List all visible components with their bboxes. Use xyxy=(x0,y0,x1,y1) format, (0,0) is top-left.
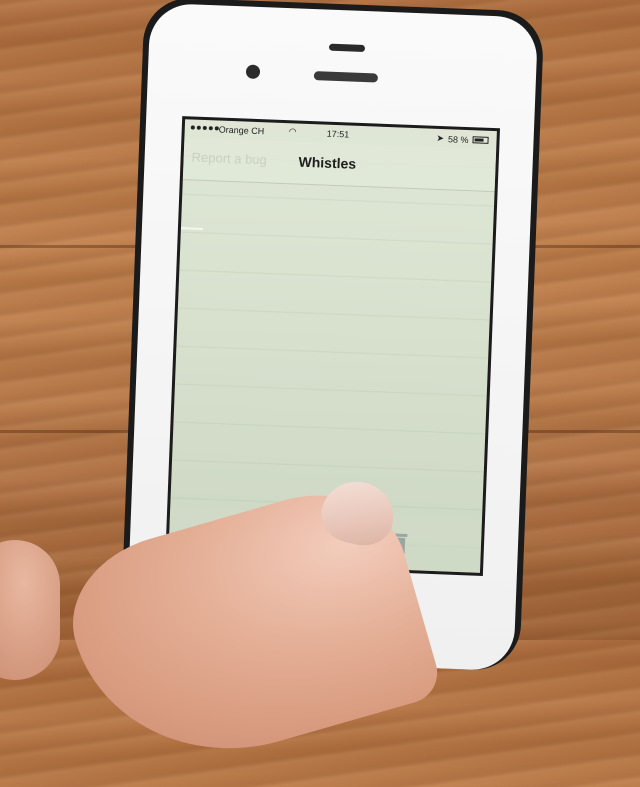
page-title: Whistles xyxy=(298,153,357,172)
text-area[interactable] xyxy=(170,179,494,521)
battery-percent: 58 % xyxy=(447,133,469,145)
earpiece-grille xyxy=(313,71,379,83)
status-time: 17:51 xyxy=(326,128,350,140)
status-right-group: ➤ 58 % xyxy=(436,132,489,146)
battery-icon xyxy=(472,136,489,144)
carrier-name: Orange CH xyxy=(218,124,265,137)
wifi-icon: ◠ xyxy=(288,126,297,137)
back-button[interactable]: Report a bug xyxy=(191,149,267,167)
signal-strength-icon xyxy=(190,125,219,131)
hand-finger xyxy=(0,540,60,680)
speaker-slot xyxy=(328,43,366,53)
location-icon: ➤ xyxy=(436,132,445,144)
front-camera-icon xyxy=(245,64,261,80)
